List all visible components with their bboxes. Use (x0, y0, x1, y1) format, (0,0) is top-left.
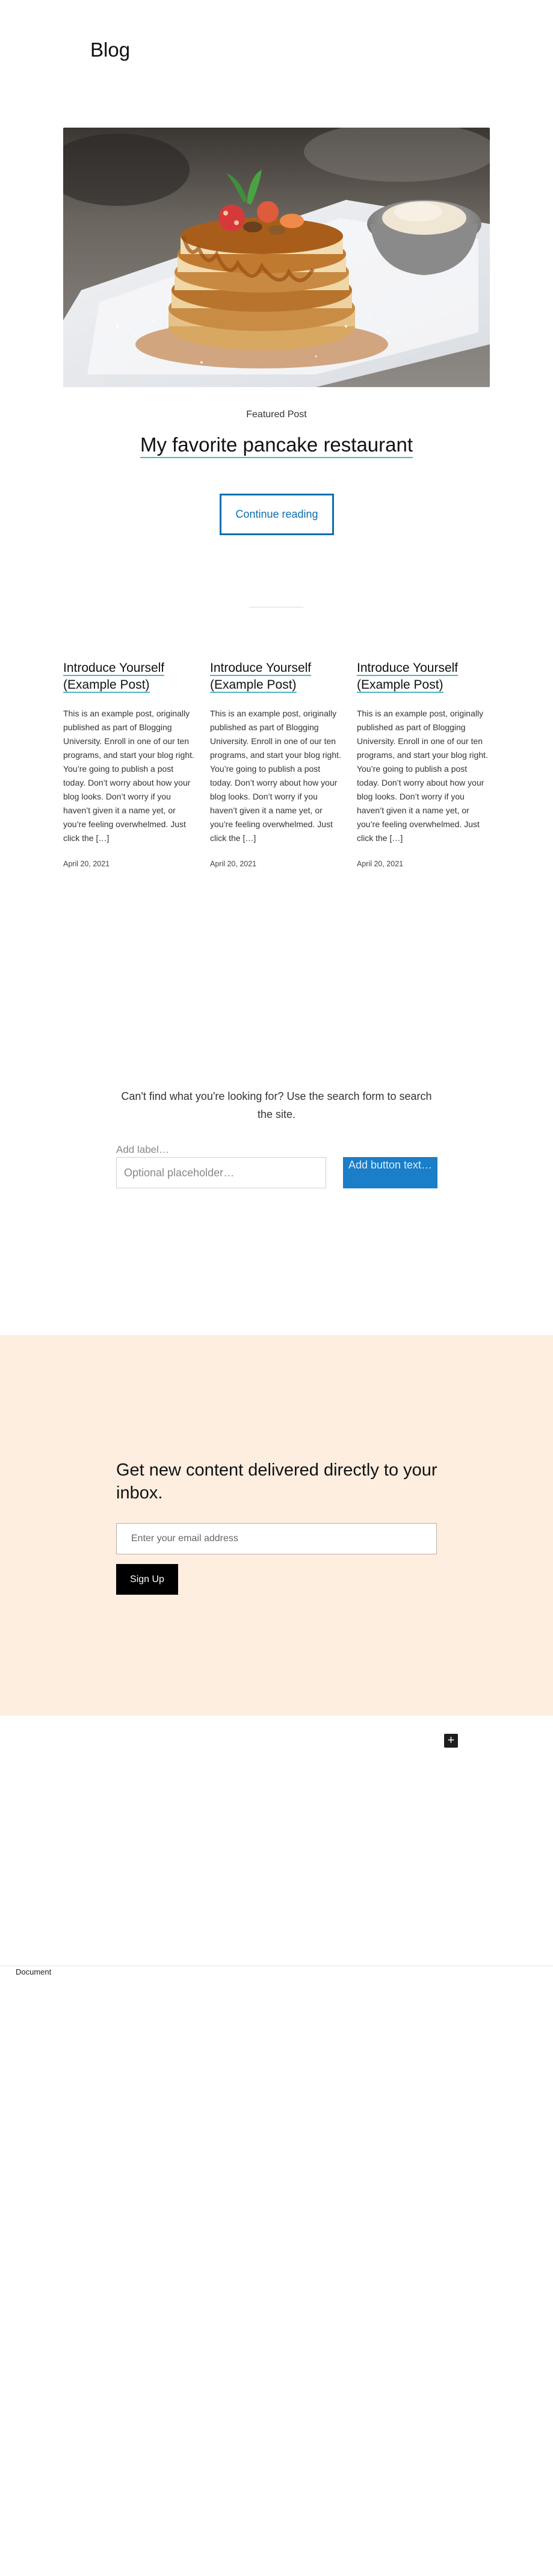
post-excerpt: This is an example post, originally publ… (357, 709, 488, 843)
post-card: Introduce Yourself (Example Post) This i… (357, 660, 489, 868)
post-excerpt: This is an example post, originally publ… (63, 709, 194, 843)
featured-image[interactable] (63, 128, 490, 387)
post-title-link[interactable]: Introduce Yourself (Example Post) (210, 661, 312, 693)
sign-up-button[interactable]: Sign Up (116, 1564, 178, 1595)
pancake-illustration (63, 128, 490, 387)
post-date[interactable]: April 20, 2021 (357, 860, 489, 868)
site-title[interactable]: Blog (90, 39, 130, 61)
search-button[interactable]: Add button text… (343, 1157, 437, 1188)
post-title-link[interactable]: Introduce Yourself (Example Post) (63, 661, 165, 693)
search-prompt: Can't find what you're looking for? Use … (121, 1090, 432, 1120)
post-title[interactable]: Introduce Yourself (Example Post) (63, 660, 196, 694)
post-card: Introduce Yourself (Example Post) This i… (210, 660, 342, 868)
featured-post-title-link[interactable]: My favorite pancake restaurant (140, 433, 413, 458)
post-title[interactable]: Introduce Yourself (Example Post) (357, 660, 489, 694)
continue-reading-button[interactable]: Continue reading (220, 494, 334, 535)
subscribe-heading: Get new content delivered directly to yo… (116, 1460, 437, 1503)
breadcrumb[interactable]: Document (16, 1967, 51, 1976)
post-title-link[interactable]: Introduce Yourself (Example Post) (357, 661, 459, 693)
post-date[interactable]: April 20, 2021 (63, 860, 196, 868)
subscribe-section: Get new content delivered directly to yo… (0, 1335, 553, 1716)
post-date[interactable]: April 20, 2021 (210, 860, 342, 868)
post-card: Introduce Yourself (Example Post) This i… (63, 660, 196, 868)
email-field[interactable] (116, 1523, 437, 1554)
search-label[interactable]: Add label… (116, 1144, 169, 1156)
post-excerpt: This is an example post, originally publ… (210, 709, 341, 843)
featured-post-label: Featured Post (246, 409, 307, 420)
featured-post-title[interactable]: My favorite pancake restaurant (0, 433, 553, 458)
plus-icon[interactable]: + (444, 1734, 458, 1748)
search-input[interactable] (116, 1157, 326, 1188)
post-title[interactable]: Introduce Yourself (Example Post) (210, 660, 342, 694)
